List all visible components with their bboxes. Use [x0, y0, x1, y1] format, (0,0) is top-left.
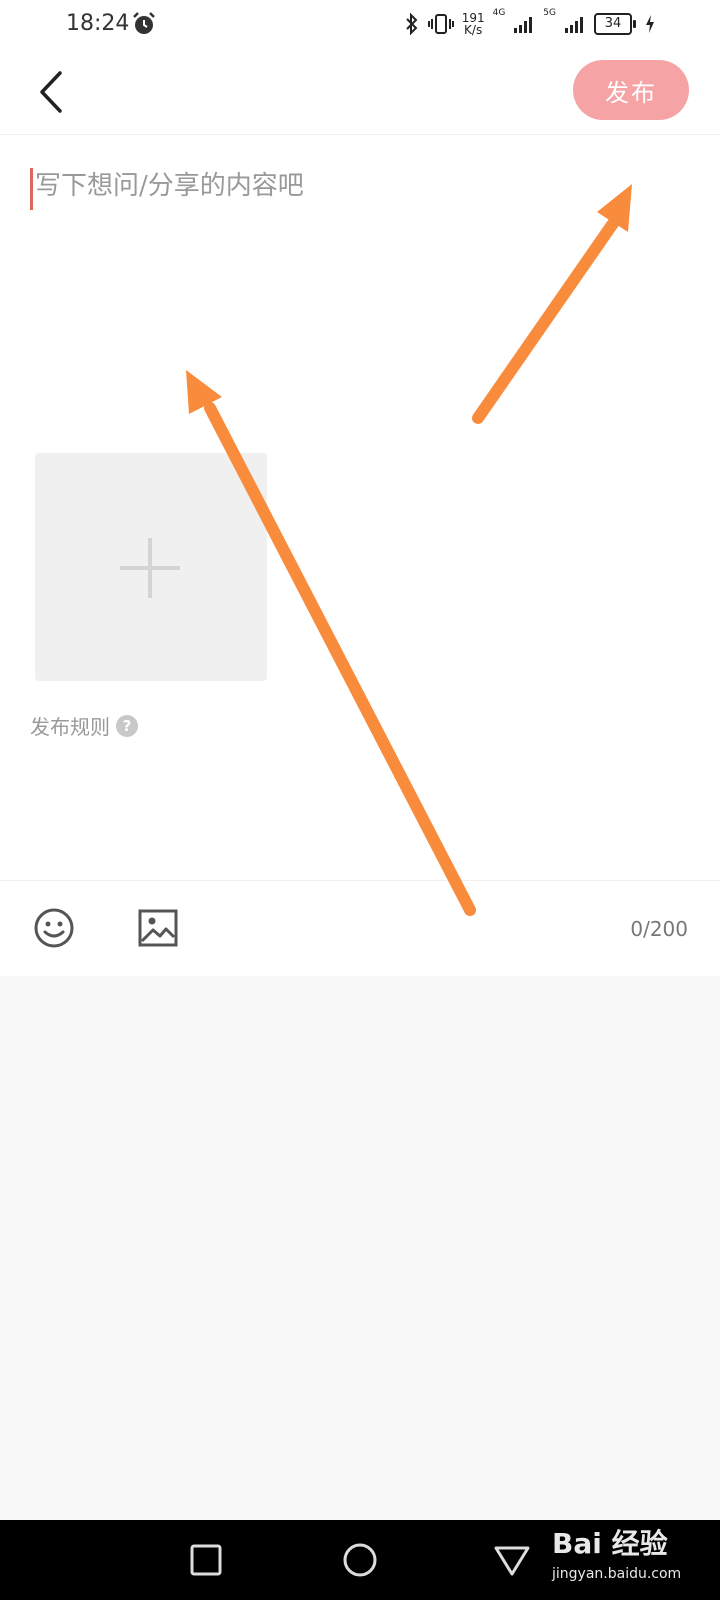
- signal-2-label: 5G: [543, 8, 556, 18]
- image-icon: [138, 909, 178, 947]
- post-editor-screen: 18:24 191 K/s 4G 5G 34 发布 写下想问/分享的内容吧 发布…: [0, 0, 720, 1600]
- back-nav-icon: [494, 1546, 530, 1576]
- watermark-brand: Bai 经验: [552, 1527, 668, 1560]
- recents-button[interactable]: [184, 1538, 228, 1582]
- back-button[interactable]: [30, 66, 78, 116]
- back-nav-button[interactable]: [490, 1538, 534, 1582]
- help-icon: ?: [116, 714, 138, 737]
- editor-toolbar: 0/200: [0, 880, 720, 976]
- status-icons: 191 K/s 4G 5G 34: [404, 8, 656, 40]
- home-icon: [343, 1543, 377, 1577]
- bluetooth-icon: [405, 12, 418, 36]
- recents-icon: [190, 1544, 222, 1576]
- header: 发布: [0, 48, 720, 135]
- watermark-url: jingyan.baidu.com: [552, 1566, 682, 1582]
- vibrate-icon: [427, 14, 454, 34]
- plus-icon: [120, 538, 180, 598]
- status-bar: 18:24 191 K/s 4G 5G 34: [0, 0, 720, 48]
- emoji-button[interactable]: [33, 907, 75, 949]
- alarm-icon: [133, 12, 155, 34]
- publish-rules-label: 发布规则: [30, 715, 110, 739]
- add-image-button[interactable]: [35, 453, 267, 681]
- character-counter: 0/200: [630, 917, 688, 941]
- home-button[interactable]: [338, 1538, 382, 1582]
- battery-icon: 34: [594, 13, 636, 35]
- back-arrow-icon: [40, 71, 62, 113]
- signal-icon: [565, 17, 583, 33]
- post-content-input[interactable]: [32, 165, 685, 405]
- editor-panel: 发布规则 ?: [0, 135, 720, 880]
- publish-button[interactable]: 发布: [573, 60, 689, 120]
- system-nav-bar: Bai 经验 jingyan.baidu.com: [0, 1520, 720, 1600]
- charging-icon: [646, 15, 654, 33]
- net-speed: 191 K/s: [462, 12, 485, 36]
- signal-1-label: 4G: [492, 8, 506, 18]
- signal-icon: [514, 17, 533, 33]
- status-time: 18:24: [66, 11, 130, 36]
- net-speed-unit: K/s: [464, 23, 483, 37]
- emoji-icon: [34, 908, 74, 948]
- publish-rules-link[interactable]: 发布规则 ?: [30, 711, 138, 740]
- insert-image-button[interactable]: [137, 907, 179, 949]
